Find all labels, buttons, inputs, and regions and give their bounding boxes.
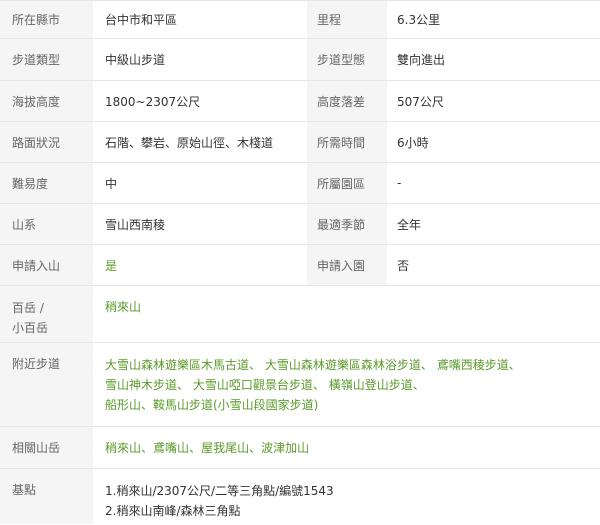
- value-benchmark: 1.稍來山/2307公尺/二等三角點/編號1543 2.稍來山南峰/森林三角點: [93, 469, 600, 524]
- info-row-trail-type: 步道類型 中級山步道 步道型態 雙向進出: [0, 39, 600, 81]
- label-mountain-permit: 申請入山: [0, 245, 93, 285]
- value-height-diff: 507公尺: [387, 81, 600, 121]
- nearby-line-2: 雪山神木步道、 大雪山啞口觀景台步道、 橫嶺山登山步道、: [105, 375, 425, 395]
- value-trail-form: 雙向進出: [387, 39, 600, 80]
- separator: 、: [141, 441, 154, 455]
- separator: 、: [177, 378, 190, 392]
- label-difficulty: 難易度: [0, 163, 93, 203]
- related-mountain-link[interactable]: 稍來山: [105, 439, 141, 456]
- trail-info-table: 所在縣市 台中市和平區 里程 6.3公里 步道類型 中級山步道 步道型態 雙向進…: [0, 0, 600, 525]
- value-park: -: [387, 163, 600, 203]
- info-row-difficulty: 難易度 中 所屬園區 -: [0, 163, 600, 204]
- label-park-permit: 申請入園: [307, 245, 387, 285]
- value-time-needed: 6小時: [387, 122, 600, 162]
- benchmark-line-1: 1.稍來山/2307公尺/二等三角點/編號1543: [105, 484, 334, 498]
- separator: 、: [249, 358, 262, 372]
- label-baiyue: 百岳 / 小百岳: [0, 286, 93, 342]
- separator: 、: [508, 358, 521, 372]
- value-park-permit: 否: [387, 245, 600, 285]
- label-height-diff: 高度落差: [307, 81, 387, 121]
- baiyue-link[interactable]: 稍來山: [105, 298, 141, 315]
- label-park: 所屬園區: [307, 163, 387, 203]
- info-row-range: 山系 雪山西南稜 最適季節 全年: [0, 204, 600, 245]
- label-altitude: 海拔高度: [0, 81, 93, 121]
- value-mountain-permit: 是: [93, 245, 307, 285]
- related-mountain-link[interactable]: 鳶嘴山: [153, 439, 189, 456]
- separator: 、: [312, 378, 325, 392]
- label-surface: 路面狀況: [0, 122, 93, 162]
- label-baiyue-line2: 小百岳: [12, 321, 49, 335]
- value-surface: 石階、攀岩、原始山徑、木棧道: [93, 122, 307, 162]
- nearby-line-3: 船形山、鞍馬山步道(小雪山段國家步道): [105, 395, 318, 415]
- label-trail-form: 步道型態: [307, 39, 387, 80]
- value-range: 雪山西南稜: [93, 204, 307, 244]
- label-nearby: 附近步道: [0, 343, 93, 426]
- separator: 、: [249, 441, 262, 455]
- label-baiyue-line1: 百岳 /: [12, 301, 44, 315]
- label-related: 相關山岳: [0, 427, 93, 468]
- benchmark-line-2: 2.稍來山南峰/森林三角點: [105, 504, 241, 518]
- label-time-needed: 所需時間: [307, 122, 387, 162]
- related-mountain-link[interactable]: 屋我尾山: [201, 439, 249, 456]
- value-county: 台中市和平區: [93, 1, 307, 38]
- separator: 、: [412, 378, 425, 392]
- nearby-trail-link[interactable]: 橫嶺山登山步道: [329, 378, 413, 392]
- info-row-permit: 申請入山 是 申請入園 否: [0, 245, 600, 286]
- info-row-benchmark: 基點 1.稍來山/2307公尺/二等三角點/編號1543 2.稍來山南峰/森林三…: [0, 469, 600, 524]
- value-related: 稍來山、 鳶嘴山、 屋我尾山、 波津加山: [93, 427, 600, 468]
- nearby-trail-link[interactable]: 大雪山森林遊樂區森林浴步道: [265, 358, 421, 372]
- info-row-altitude: 海拔高度 1800~2307公尺 高度落差 507公尺: [0, 81, 600, 122]
- value-distance: 6.3公里: [387, 1, 600, 38]
- label-benchmark: 基點: [0, 469, 93, 524]
- info-row-nearby: 附近步道 大雪山森林遊樂區木馬古道、 大雪山森林遊樂區森林浴步道、 鳶嘴西稜步道…: [0, 343, 600, 427]
- info-row-county: 所在縣市 台中市和平區 里程 6.3公里: [0, 1, 600, 39]
- nearby-trail-link[interactable]: 船形山、鞍馬山步道(小雪山段國家步道): [105, 398, 318, 412]
- info-row-baiyue: 百岳 / 小百岳 稍來山: [0, 286, 600, 343]
- label-county: 所在縣市: [0, 1, 93, 38]
- nearby-trail-link[interactable]: 大雪山森林遊樂區木馬古道: [105, 358, 249, 372]
- separator: 、: [420, 358, 433, 372]
- nearby-trail-link[interactable]: 鳶嘴西稜步道: [437, 358, 509, 372]
- value-nearby: 大雪山森林遊樂區木馬古道、 大雪山森林遊樂區森林浴步道、 鳶嘴西稜步道、 雪山神…: [93, 343, 600, 426]
- label-trail-type: 步道類型: [0, 39, 93, 80]
- label-season: 最適季節: [307, 204, 387, 244]
- label-distance: 里程: [307, 1, 387, 38]
- separator: 、: [189, 441, 202, 455]
- value-season: 全年: [387, 204, 600, 244]
- info-row-related: 相關山岳 稍來山、 鳶嘴山、 屋我尾山、 波津加山: [0, 427, 600, 469]
- label-range: 山系: [0, 204, 93, 244]
- related-mountain-link[interactable]: 波津加山: [261, 439, 309, 456]
- value-trail-type: 中級山步道: [93, 39, 307, 80]
- nearby-trail-link[interactable]: 大雪山啞口觀景台步道: [193, 378, 313, 392]
- value-baiyue: 稍來山: [93, 286, 600, 342]
- value-altitude: 1800~2307公尺: [93, 81, 307, 121]
- value-difficulty: 中: [93, 163, 307, 203]
- info-row-surface: 路面狀況 石階、攀岩、原始山徑、木棧道 所需時間 6小時: [0, 122, 600, 163]
- nearby-trail-link[interactable]: 雪山神木步道: [105, 378, 177, 392]
- nearby-line-1: 大雪山森林遊樂區木馬古道、 大雪山森林遊樂區森林浴步道、 鳶嘴西稜步道、: [105, 355, 521, 375]
